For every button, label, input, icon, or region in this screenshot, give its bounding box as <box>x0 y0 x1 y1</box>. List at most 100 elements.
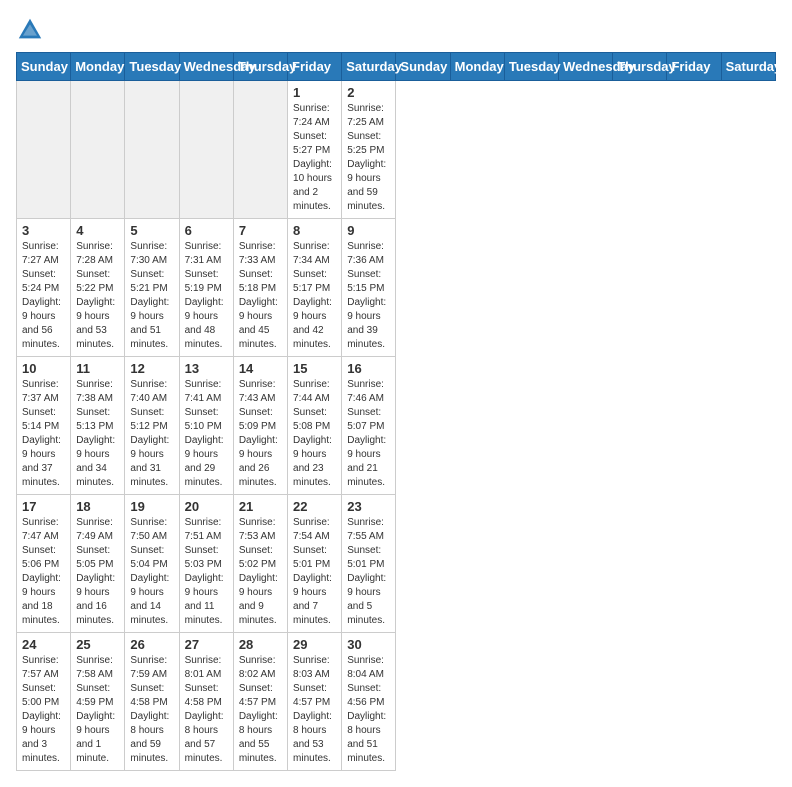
day-number: 16 <box>347 361 390 376</box>
header-wednesday: Wednesday <box>559 53 613 81</box>
day-info: Sunrise: 7:55 AMSunset: 5:01 PMDaylight:… <box>347 516 390 628</box>
calendar-cell: 8 Sunrise: 7:34 AMSunset: 5:17 PMDaylight… <box>288 219 342 357</box>
day-info: Sunrise: 7:31 AMSunset: 5:19 PMDaylight:… <box>185 240 228 352</box>
day-info: Sunrise: 8:03 AMSunset: 4:57 PMDaylight:… <box>293 654 336 766</box>
calendar-cell: 30 Sunrise: 8:04 AMSunset: 4:56 PMDayligh… <box>342 633 396 771</box>
calendar-week-2: 3Sunrise: 7:27 AMSunset: 5:24 PMDaylight… <box>17 219 776 357</box>
header-day-friday: Friday <box>288 53 342 81</box>
calendar-cell: 26 Sunrise: 7:59 AMSunset: 4:58 PMDayligh… <box>125 633 179 771</box>
day-info: Sunrise: 8:02 AMSunset: 4:57 PMDaylight:… <box>239 654 282 766</box>
header-day-tuesday: Tuesday <box>125 53 179 81</box>
day-number: 15 <box>293 361 336 376</box>
calendar-cell <box>125 81 179 219</box>
day-info: Sunrise: 7:51 AMSunset: 5:03 PMDaylight:… <box>185 516 228 628</box>
calendar-cell: 3Sunrise: 7:27 AMSunset: 5:24 PMDaylight… <box>17 219 71 357</box>
day-number: 14 <box>239 361 282 376</box>
day-number: 19 <box>130 499 173 514</box>
day-info: Sunrise: 7:38 AMSunset: 5:13 PMDaylight:… <box>76 378 119 490</box>
day-info: Sunrise: 7:30 AMSunset: 5:21 PMDaylight:… <box>130 240 173 352</box>
day-info: Sunrise: 7:50 AMSunset: 5:04 PMDaylight:… <box>130 516 173 628</box>
day-info: Sunrise: 7:58 AMSunset: 4:59 PMDaylight:… <box>76 654 119 766</box>
header-saturday: Saturday <box>721 53 775 81</box>
calendar-cell: 7Sunrise: 7:33 AMSunset: 5:18 PMDaylight… <box>233 219 287 357</box>
day-number: 8 <box>293 223 336 238</box>
day-number: 4 <box>76 223 119 238</box>
day-number: 30 <box>347 637 390 652</box>
day-info: Sunrise: 7:34 AMSunset: 5:17 PMDaylight:… <box>293 240 336 352</box>
calendar-week-3: 10 Sunrise: 7:37 AMSunset: 5:14 PMDayligh… <box>17 357 776 495</box>
calendar-cell: 29 Sunrise: 8:03 AMSunset: 4:57 PMDayligh… <box>288 633 342 771</box>
day-number: 29 <box>293 637 336 652</box>
day-info: Sunrise: 7:37 AMSunset: 5:14 PMDaylight:… <box>22 378 65 490</box>
day-info: Sunrise: 7:40 AMSunset: 5:12 PMDaylight:… <box>130 378 173 490</box>
header-sunday: Sunday <box>396 53 450 81</box>
day-number: 13 <box>185 361 228 376</box>
day-info: Sunrise: 8:04 AMSunset: 4:56 PMDaylight:… <box>347 654 390 766</box>
calendar-cell: 2 Sunrise: 7:25 AMSunset: 5:25 PMDaylight… <box>342 81 396 219</box>
calendar-cell: 9 Sunrise: 7:36 AMSunset: 5:15 PMDaylight… <box>342 219 396 357</box>
day-info: Sunrise: 7:36 AMSunset: 5:15 PMDaylight:… <box>347 240 390 352</box>
day-info: Sunrise: 7:54 AMSunset: 5:01 PMDaylight:… <box>293 516 336 628</box>
day-number: 25 <box>76 637 119 652</box>
day-info: Sunrise: 7:33 AMSunset: 5:18 PMDaylight:… <box>239 240 282 352</box>
day-number: 23 <box>347 499 390 514</box>
calendar-week-5: 24Sunrise: 7:57 AMSunset: 5:00 PMDayligh… <box>17 633 776 771</box>
calendar-cell <box>179 81 233 219</box>
day-number: 28 <box>239 637 282 652</box>
calendar-cell <box>17 81 71 219</box>
day-info: Sunrise: 7:49 AMSunset: 5:05 PMDaylight:… <box>76 516 119 628</box>
day-info: Sunrise: 7:57 AMSunset: 5:00 PMDaylight:… <box>22 654 65 766</box>
header-day-monday: Monday <box>71 53 125 81</box>
calendar-cell: 24Sunrise: 7:57 AMSunset: 5:00 PMDayligh… <box>17 633 71 771</box>
day-number: 21 <box>239 499 282 514</box>
day-number: 12 <box>130 361 173 376</box>
calendar-cell: 15 Sunrise: 7:44 AMSunset: 5:08 PMDayligh… <box>288 357 342 495</box>
header-day-saturday: Saturday <box>342 53 396 81</box>
header-tuesday: Tuesday <box>504 53 558 81</box>
day-number: 26 <box>130 637 173 652</box>
day-number: 27 <box>185 637 228 652</box>
day-info: Sunrise: 7:53 AMSunset: 5:02 PMDaylight:… <box>239 516 282 628</box>
day-number: 20 <box>185 499 228 514</box>
day-number: 22 <box>293 499 336 514</box>
calendar-cell: 13 Sunrise: 7:41 AMSunset: 5:10 PMDayligh… <box>179 357 233 495</box>
day-number: 11 <box>76 361 119 376</box>
day-info: Sunrise: 7:46 AMSunset: 5:07 PMDaylight:… <box>347 378 390 490</box>
header-day-wednesday: Wednesday <box>179 53 233 81</box>
day-info: Sunrise: 7:41 AMSunset: 5:10 PMDaylight:… <box>185 378 228 490</box>
day-info: Sunrise: 7:25 AMSunset: 5:25 PMDaylight:… <box>347 102 390 214</box>
calendar-cell: 25 Sunrise: 7:58 AMSunset: 4:59 PMDayligh… <box>71 633 125 771</box>
page-header <box>16 16 776 44</box>
calendar-cell <box>71 81 125 219</box>
day-info: Sunrise: 7:27 AMSunset: 5:24 PMDaylight:… <box>22 240 65 352</box>
calendar-cell <box>233 81 287 219</box>
day-number: 17 <box>22 499 65 514</box>
calendar-cell: 28 Sunrise: 8:02 AMSunset: 4:57 PMDayligh… <box>233 633 287 771</box>
day-number: 1 <box>293 85 336 100</box>
day-number: 6 <box>185 223 228 238</box>
calendar-cell: 10 Sunrise: 7:37 AMSunset: 5:14 PMDayligh… <box>17 357 71 495</box>
day-info: Sunrise: 7:24 AMSunset: 5:27 PMDaylight:… <box>293 102 336 214</box>
calendar-cell: 11 Sunrise: 7:38 AMSunset: 5:13 PMDayligh… <box>71 357 125 495</box>
day-info: Sunrise: 8:01 AMSunset: 4:58 PMDaylight:… <box>185 654 228 766</box>
day-number: 10 <box>22 361 65 376</box>
day-info: Sunrise: 7:47 AMSunset: 5:06 PMDaylight:… <box>22 516 65 628</box>
calendar-cell: 6 Sunrise: 7:31 AMSunset: 5:19 PMDaylight… <box>179 219 233 357</box>
day-info: Sunrise: 7:44 AMSunset: 5:08 PMDaylight:… <box>293 378 336 490</box>
day-info: Sunrise: 7:59 AMSunset: 4:58 PMDaylight:… <box>130 654 173 766</box>
day-number: 9 <box>347 223 390 238</box>
calendar-cell: 14Sunrise: 7:43 AMSunset: 5:09 PMDayligh… <box>233 357 287 495</box>
day-number: 2 <box>347 85 390 100</box>
logo <box>16 16 48 44</box>
calendar-cell: 4 Sunrise: 7:28 AMSunset: 5:22 PMDaylight… <box>71 219 125 357</box>
day-info: Sunrise: 7:28 AMSunset: 5:22 PMDaylight:… <box>76 240 119 352</box>
calendar-week-1: 1 Sunrise: 7:24 AMSunset: 5:27 PMDaylight… <box>17 81 776 219</box>
day-number: 5 <box>130 223 173 238</box>
logo-icon <box>16 16 44 44</box>
header-day-thursday: Thursday <box>233 53 287 81</box>
day-number: 18 <box>76 499 119 514</box>
header-monday: Monday <box>450 53 504 81</box>
calendar-cell: 12 Sunrise: 7:40 AMSunset: 5:12 PMDayligh… <box>125 357 179 495</box>
calendar-table: SundayMondayTuesdayWednesdayThursdayFrid… <box>16 52 776 771</box>
calendar-cell: 16 Sunrise: 7:46 AMSunset: 5:07 PMDayligh… <box>342 357 396 495</box>
